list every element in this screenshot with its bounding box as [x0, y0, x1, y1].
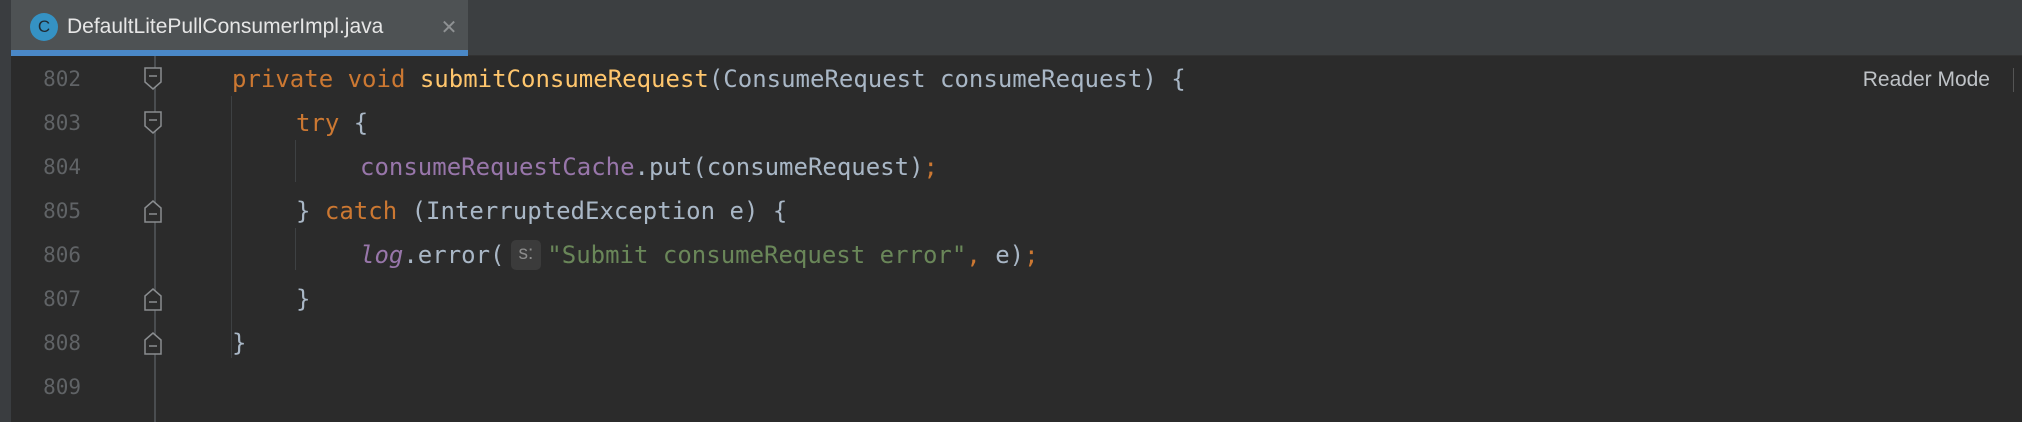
line-number: 803 — [43, 111, 81, 135]
close-icon[interactable]: ✕ — [436, 14, 462, 40]
code-line-804: consumeRequestCache.put(consumeRequest); — [360, 152, 938, 182]
semicolon: ; — [1024, 241, 1039, 269]
line-number: 806 — [43, 243, 81, 267]
fold-open-icon[interactable] — [143, 111, 163, 135]
line-number: 808 — [43, 331, 81, 355]
string-literal: "Submit consumeRequest error" — [547, 241, 967, 269]
class-icon: C — [30, 13, 58, 41]
field-reference[interactable]: consumeRequestCache — [360, 153, 635, 181]
tab-defaultlitepullconsumerimpl[interactable]: C DefaultLitePullConsumerImpl.java ✕ — [11, 0, 468, 56]
parameter-hint: s: — [510, 240, 542, 270]
code-line-802: private void submitConsumeRequest(Consum… — [232, 64, 1186, 94]
line-number-gutter: 802 803 804 805 806 807 808 809 — [11, 56, 86, 422]
fold-close-icon[interactable] — [143, 287, 163, 311]
window-left-edge — [0, 0, 11, 422]
line-number: 809 — [43, 375, 81, 399]
fold-open-icon[interactable] — [143, 67, 163, 91]
tab-title[interactable]: DefaultLitePullConsumerImpl.java — [67, 12, 383, 42]
code-line-807: } — [296, 284, 310, 314]
code-line-808: } — [232, 328, 246, 358]
semicolon: ; — [923, 153, 938, 181]
fold-close-icon[interactable] — [143, 199, 163, 223]
editor-tab-bar: C DefaultLitePullConsumerImpl.java ✕ — [11, 0, 2022, 56]
line-number: 807 — [43, 287, 81, 311]
code-text: { — [339, 109, 369, 137]
keyword-catch: catch — [324, 197, 398, 225]
code-line-805: } catch (InterruptedException e) { — [296, 196, 787, 226]
method-call: .put(consumeRequest) — [634, 153, 924, 181]
code-area[interactable]: private void submitConsumeRequest(Consum… — [232, 56, 1932, 422]
keyword-void: void — [347, 65, 406, 93]
code-line-803: try { — [296, 108, 368, 138]
divider — [2013, 68, 2014, 92]
line-number: 802 — [43, 67, 81, 91]
keyword-private: private — [232, 65, 334, 93]
closing-brace: } — [296, 197, 325, 225]
code-editor[interactable]: 802 803 804 805 806 807 808 809 private … — [11, 56, 2022, 422]
fold-close-icon[interactable] — [143, 331, 163, 355]
catch-clause: (InterruptedException e) { — [397, 197, 788, 225]
code-line-806: log.error(s: "Submit consumeRequest error… — [360, 240, 1039, 270]
argument: e) — [980, 241, 1025, 269]
keyword-try: try — [296, 109, 340, 137]
line-number: 804 — [43, 155, 81, 179]
line-number: 805 — [43, 199, 81, 223]
method-name[interactable]: submitConsumeRequest — [420, 65, 709, 93]
comma: , — [966, 241, 981, 269]
method-call: .error( — [403, 241, 505, 269]
reader-mode-button[interactable]: Reader Mode — [1863, 66, 1990, 94]
method-signature: (ConsumeRequest consumeRequest) { — [708, 65, 1186, 93]
closing-brace: } — [296, 285, 311, 313]
closing-brace: } — [232, 329, 247, 357]
field-reference[interactable]: log — [360, 241, 403, 269]
